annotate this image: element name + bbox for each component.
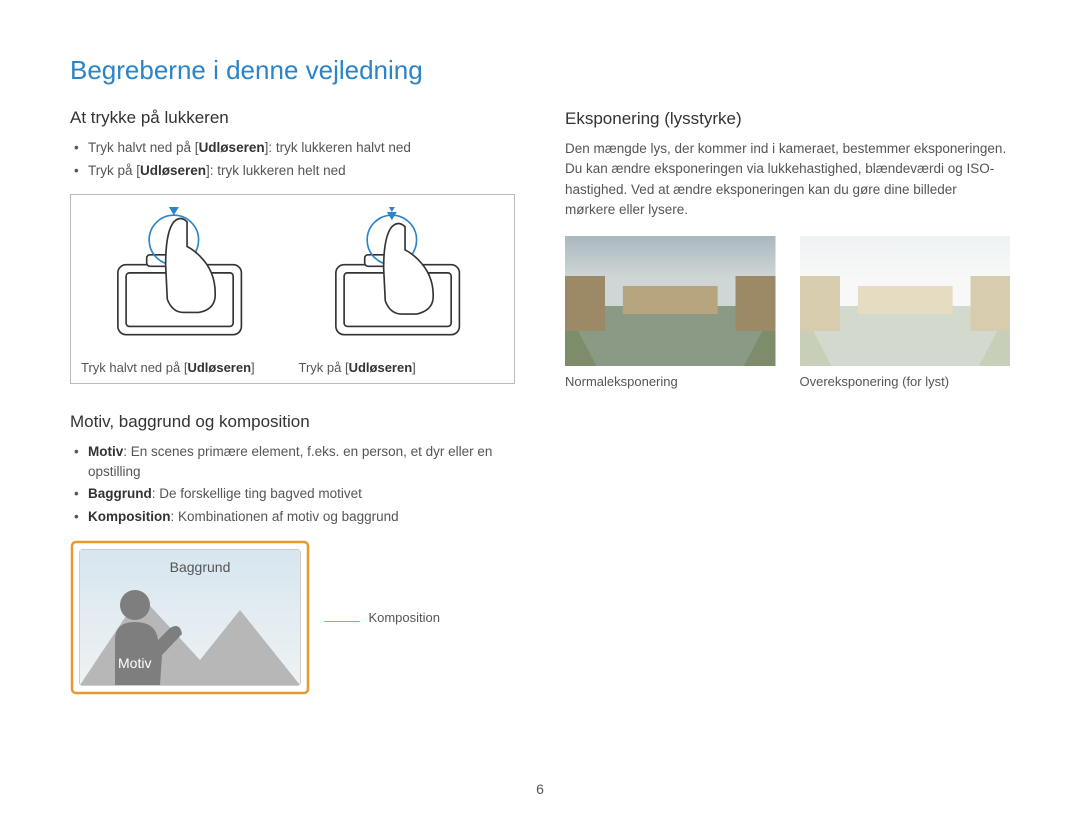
caption: Overeksponering (for lyst) — [800, 374, 1011, 389]
composition-title: Motiv, baggrund og komposition — [70, 412, 515, 432]
text: ]: tryk lukkeren helt ned — [206, 163, 346, 178]
photo-over-exposure — [800, 236, 1011, 366]
exposure-title: Eksponering (lysstyrke) — [565, 109, 1010, 129]
text-bold: Udløseren — [349, 360, 413, 375]
text-bold: Udløseren — [199, 140, 265, 155]
composition-bullet: Baggrund: De forskellige ting bagved mot… — [74, 484, 515, 504]
text-bold: Baggrund — [88, 486, 152, 501]
text: ]: tryk lukkeren halvt ned — [265, 140, 411, 155]
composition-diagram-row: Baggrund Motiv Komposition — [70, 540, 515, 695]
caption: Tryk halvt ned på [Udløseren] — [81, 360, 287, 375]
shutter-bullet: Tryk på [Udløseren]: tryk lukkeren helt … — [74, 161, 515, 181]
shutter-bullet: Tryk halvt ned på [Udløseren]: tryk lukk… — [74, 138, 515, 158]
photo-normal-exposure — [565, 236, 776, 366]
composition-diagram: Baggrund Motiv — [70, 540, 310, 695]
exposure-examples: Normaleksponering — [565, 236, 1010, 389]
text-bold: Motiv — [88, 444, 123, 459]
text: Tryk på [ — [299, 360, 349, 375]
shutter-title: At trykke på lukkeren — [70, 108, 515, 128]
left-column: Begreberne i denne vejledning At trykke … — [70, 55, 515, 695]
caption: Normaleksponering — [565, 374, 776, 389]
page-title: Begreberne i denne vejledning — [70, 55, 515, 86]
caption: Tryk på [Udløseren] — [299, 360, 505, 375]
composition-side-label: Komposition — [324, 609, 440, 627]
text: : Kombinationen af motiv og baggrund — [171, 509, 399, 524]
label-komposition: Komposition — [368, 610, 440, 625]
text: ] — [412, 360, 416, 375]
shutter-half-press: Tryk halvt ned på [Udløseren] — [81, 207, 287, 375]
composition-bullet: Komposition: Kombinationen af motiv og b… — [74, 507, 515, 527]
text: ] — [251, 360, 255, 375]
camera-half-press-icon — [81, 207, 287, 347]
exposure-over: Overeksponering (for lyst) — [800, 236, 1011, 389]
right-column: Eksponering (lysstyrke) Den mængde lys, … — [565, 55, 1010, 695]
exposure-normal: Normaleksponering — [565, 236, 776, 389]
text-bold: Komposition — [88, 509, 171, 524]
composition-bullet: Motiv: En scenes primære element, f.eks.… — [74, 442, 515, 481]
text: : De forskellige ting bagved motivet — [152, 486, 362, 501]
connector-line-icon — [324, 621, 360, 622]
page-content: Begreberne i denne vejledning At trykke … — [0, 0, 1080, 695]
page-number: 6 — [0, 781, 1080, 797]
label-motiv: Motiv — [118, 655, 151, 671]
text: Tryk halvt ned på [ — [81, 360, 187, 375]
composition-bullets: Motiv: En scenes primære element, f.eks.… — [70, 442, 515, 526]
text: Tryk halvt ned på [ — [88, 140, 199, 155]
text-bold: Udløseren — [187, 360, 251, 375]
text: : En scenes primære element, f.eks. en p… — [88, 444, 492, 479]
camera-full-press-icon — [299, 207, 505, 347]
text: Tryk på [ — [88, 163, 140, 178]
label-baggrund: Baggrund — [170, 559, 231, 575]
shutter-full-press: Tryk på [Udløseren] — [299, 207, 505, 375]
shutter-bullets: Tryk halvt ned på [Udløseren]: tryk lukk… — [70, 138, 515, 180]
text-bold: Udløseren — [140, 163, 206, 178]
exposure-paragraph: Den mængde lys, der kommer ind i kamerae… — [565, 139, 1010, 220]
shutter-diagram-box: Tryk halvt ned på [Udløseren] Tryk på [U… — [70, 194, 515, 384]
